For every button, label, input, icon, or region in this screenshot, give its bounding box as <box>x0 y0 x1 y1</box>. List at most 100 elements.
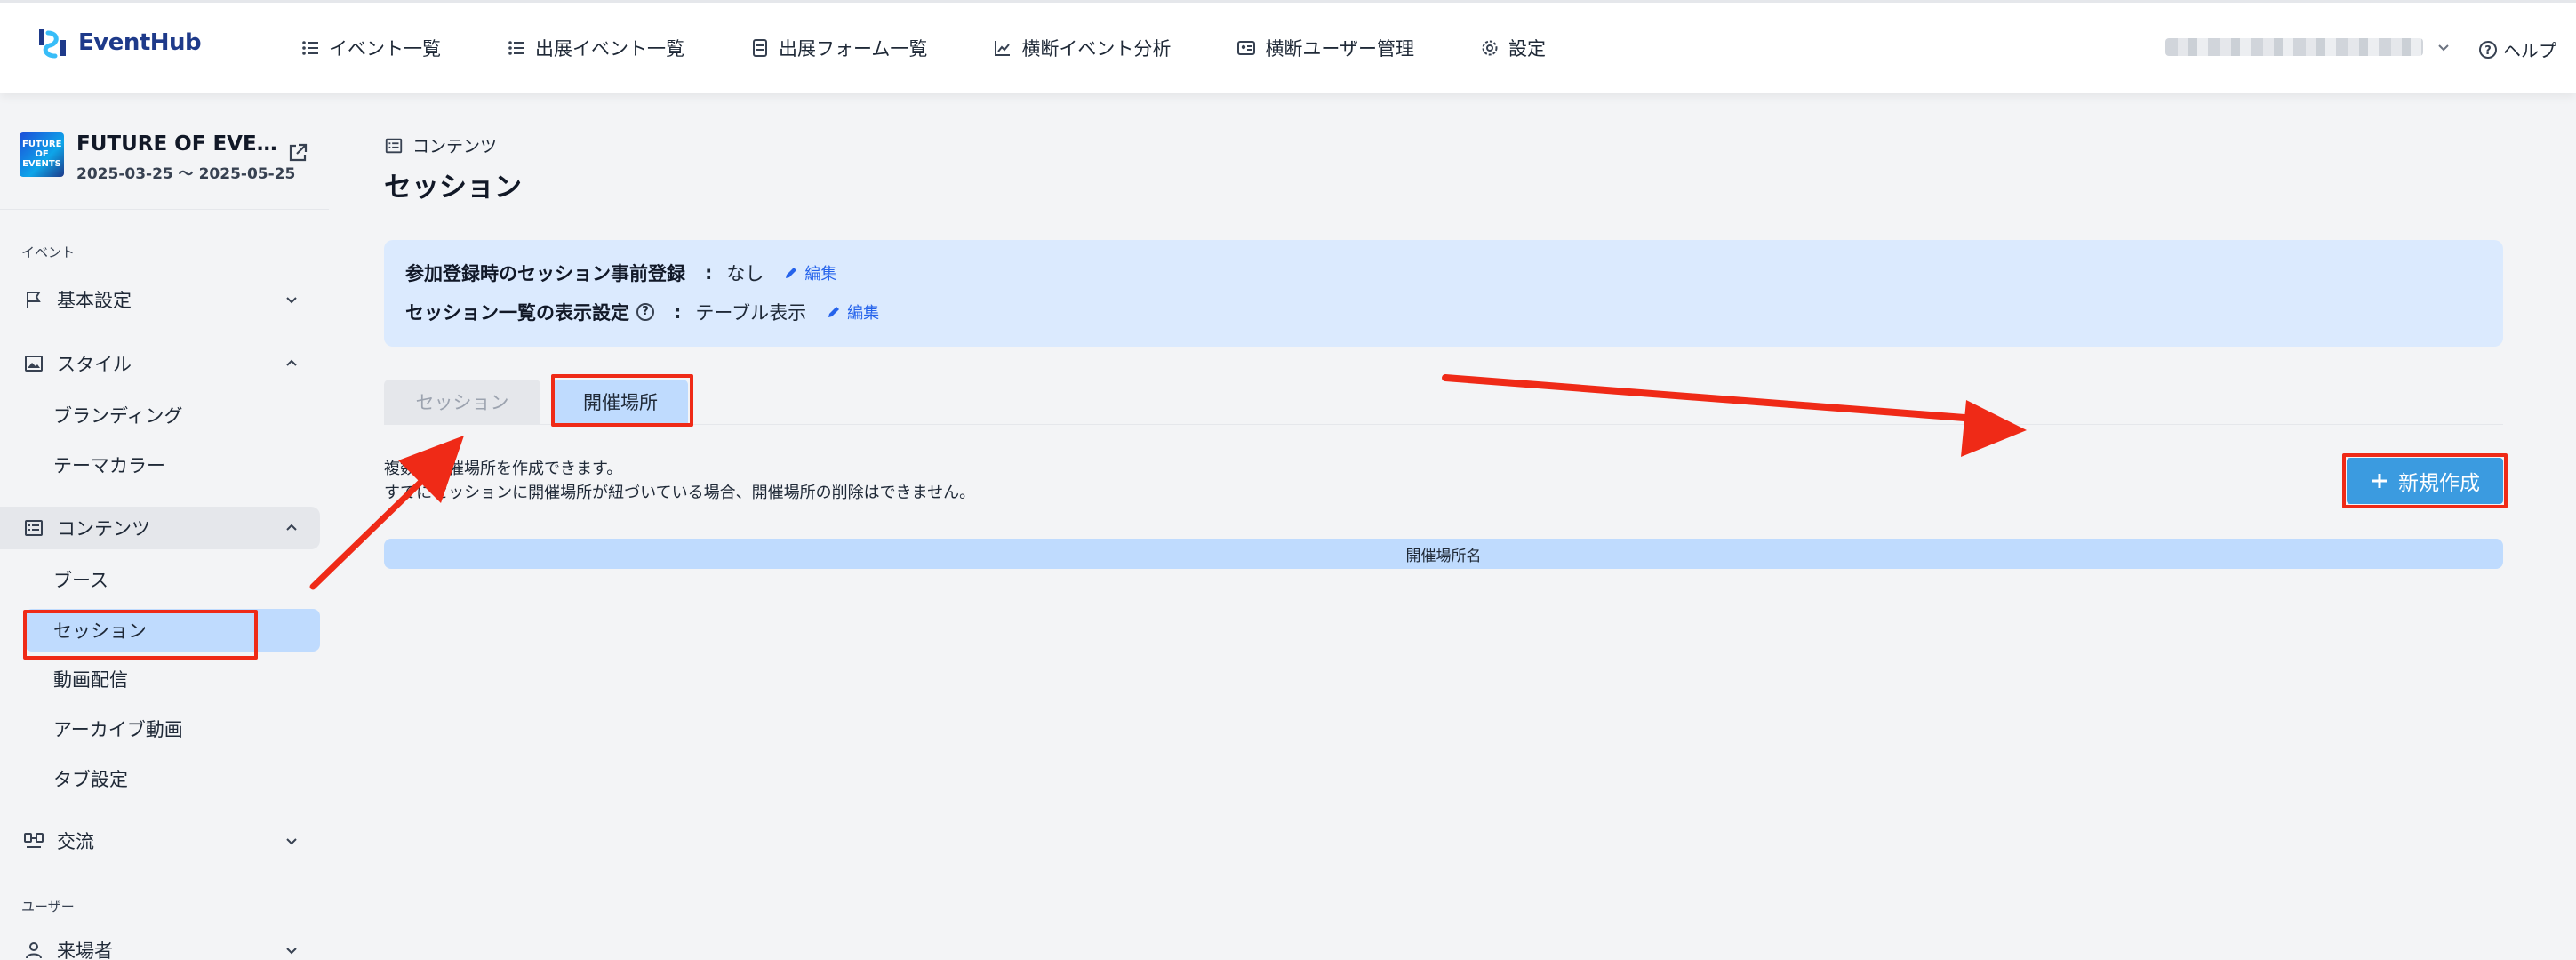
sidebar-item-label: テーマカラー <box>53 455 165 476</box>
event-thumbnail: FUTURE OF EVENTS <box>20 132 64 177</box>
user-icon <box>26 942 42 959</box>
gear-icon <box>1482 40 1498 56</box>
create-new-button[interactable]: 新規作成 <box>2347 458 2503 504</box>
sidebar-item-booth[interactable]: ブース <box>0 558 320 601</box>
top-header: EventHub イベント一覧 出展イベント一覧 出展フォーム一覧 横断イベント… <box>0 0 2576 93</box>
tab-venue[interactable]: 開催場所 <box>553 380 688 424</box>
sidebar-item-archive-video[interactable]: アーカイブ動画 <box>0 708 320 750</box>
venue-description: 複数の開催場所を作成できます。 すでにセッションに開催場所が紐づいている場合、開… <box>384 457 975 505</box>
pre-registration-value: なし <box>726 263 764 284</box>
chevron-down-icon <box>286 297 297 304</box>
user-menu[interactable] <box>2165 38 2452 56</box>
id-card-icon <box>1237 41 1256 55</box>
sidebar-item-contents[interactable]: コンテンツ <box>0 507 320 549</box>
sidebar-item-label: アーカイブ動画 <box>53 719 183 740</box>
flag-icon <box>27 292 41 308</box>
nav-label: 横断イベント分析 <box>1021 38 1172 60</box>
nav-cross-user-management[interactable]: 横断ユーザー管理 <box>1236 35 1414 61</box>
colon: : <box>705 262 713 284</box>
people-exchange-icon <box>24 833 44 848</box>
chevron-down-icon <box>286 838 297 845</box>
brand-logo[interactable]: EventHub <box>36 26 202 60</box>
sidebar-item-label: タブ設定 <box>53 769 128 790</box>
user-name-redacted <box>2165 38 2423 56</box>
breadcrumb: コンテンツ <box>384 133 497 157</box>
question-circle-icon[interactable]: ? <box>636 303 654 321</box>
nav-settings[interactable]: 設定 <box>1480 35 1546 61</box>
create-new-label: 新規作成 <box>2398 472 2480 495</box>
description-line: すでにセッションに開催場所が紐づいている場合、開催場所の削除はできません。 <box>384 484 976 502</box>
sidebar-item-label: コンテンツ <box>57 518 150 540</box>
session-settings-panel: 参加登録時のセッション事前登録 : なし 編集 セッション一覧の表示設定 ? :… <box>384 240 2503 347</box>
sidebar-item-label: 来場者 <box>57 940 113 960</box>
section-label-user: ユーザー <box>21 899 75 915</box>
edit-display-setting-link[interactable]: 編集 <box>826 300 879 324</box>
venue-table-header: 開催場所名 <box>384 539 2503 569</box>
display-setting-row: セッション一覧の表示設定 ? : テーブル表示 編集 <box>405 299 879 325</box>
nav-label: 横断ユーザー管理 <box>1265 38 1414 60</box>
sidebar-item-session[interactable]: セッション <box>25 609 320 652</box>
description-line: 複数の開催場所を作成できます。 <box>384 460 623 478</box>
pre-registration-row: 参加登録時のセッション事前登録 : なし 編集 <box>405 260 836 286</box>
external-link-icon[interactable] <box>286 141 309 164</box>
sidebar-item-visitors[interactable]: 来場者 <box>0 929 320 960</box>
edit-label: 編集 <box>847 304 880 323</box>
edit-pre-registration-link[interactable]: 編集 <box>783 261 836 284</box>
chevron-up-icon <box>286 524 297 531</box>
chevron-down-icon <box>286 948 297 955</box>
sidebar-item-label: 基本設定 <box>57 290 132 311</box>
sidebar-item-branding[interactable]: ブランディング <box>0 394 320 436</box>
chevron-down-icon <box>2438 44 2449 52</box>
sidebar-item-label: ブランディング <box>53 405 183 427</box>
colon: : <box>674 301 682 323</box>
help-link[interactable]: ? ヘルプ <box>2478 36 2556 62</box>
list-box-icon <box>25 520 43 536</box>
brand-name: EventHub <box>78 29 202 56</box>
page-title: セッション <box>384 172 522 204</box>
nav-label: 出展フォーム一覧 <box>779 38 928 60</box>
nav-cross-event-analysis[interactable]: 横断イベント分析 <box>993 35 1171 61</box>
column-header-venue-name: 開催場所名 <box>1405 547 1482 565</box>
sidebar-item-label: スタイル <box>57 354 132 375</box>
sidebar-item-basic-settings[interactable]: 基本設定 <box>0 278 320 321</box>
tab-session[interactable]: セッション <box>384 380 540 424</box>
display-setting-label: セッション一覧の表示設定 <box>405 302 629 324</box>
section-label-event: イベント <box>21 244 76 260</box>
pre-registration-label: 参加登録時のセッション事前登録 <box>405 263 685 284</box>
pencil-icon <box>786 268 797 278</box>
nav-label: 出展イベント一覧 <box>535 38 684 60</box>
sidebar: FUTURE OF EVENTS FUTURE OF EVEN… 2025-03… <box>0 93 329 960</box>
sidebar-divider <box>0 209 329 210</box>
list-icon <box>508 41 524 55</box>
sidebar-item-label: ブース <box>53 570 108 591</box>
sidebar-item-label: セッション <box>53 620 147 642</box>
help-label: ヘルプ <box>2503 40 2556 61</box>
plus-icon <box>2372 474 2387 488</box>
form-icon <box>753 39 767 57</box>
nav-exhibit-form-list[interactable]: 出展フォーム一覧 <box>750 35 927 61</box>
question-circle-icon: ? <box>2479 40 2497 59</box>
sidebar-item-style[interactable]: スタイル <box>0 342 320 385</box>
sidebar-item-exchange[interactable]: 交流 <box>0 820 320 862</box>
list-icon <box>302 41 318 55</box>
image-icon <box>25 356 43 372</box>
chevron-up-icon <box>286 359 297 366</box>
nav-exhibit-event-list[interactable]: 出展イベント一覧 <box>507 35 684 61</box>
nav-label: イベント一覧 <box>329 38 441 60</box>
sidebar-item-tab-settings[interactable]: タブ設定 <box>0 757 320 800</box>
sidebar-item-label: 動画配信 <box>53 669 128 691</box>
nav-label: 設定 <box>1508 38 1546 60</box>
main-nav: イベント一覧 出展イベント一覧 出展フォーム一覧 横断イベント分析 横断ユーザー… <box>300 35 1612 61</box>
sidebar-item-label: 交流 <box>57 831 94 852</box>
sidebar-item-video-streaming[interactable]: 動画配信 <box>0 658 320 700</box>
nav-event-list[interactable]: イベント一覧 <box>300 35 441 61</box>
display-setting-value: テーブル表示 <box>695 302 807 324</box>
sidebar-item-theme-color[interactable]: テーマカラー <box>0 444 320 486</box>
breadcrumb-label: コンテンツ <box>412 137 498 156</box>
edit-label: 編集 <box>804 265 837 284</box>
list-box-icon <box>385 138 403 153</box>
pencil-icon <box>828 307 840 317</box>
event-title: FUTURE OF EVEN… <box>76 132 279 156</box>
content-tabs: セッション 開催場所 <box>384 377 2503 425</box>
svg-text:?: ? <box>2484 44 2492 58</box>
